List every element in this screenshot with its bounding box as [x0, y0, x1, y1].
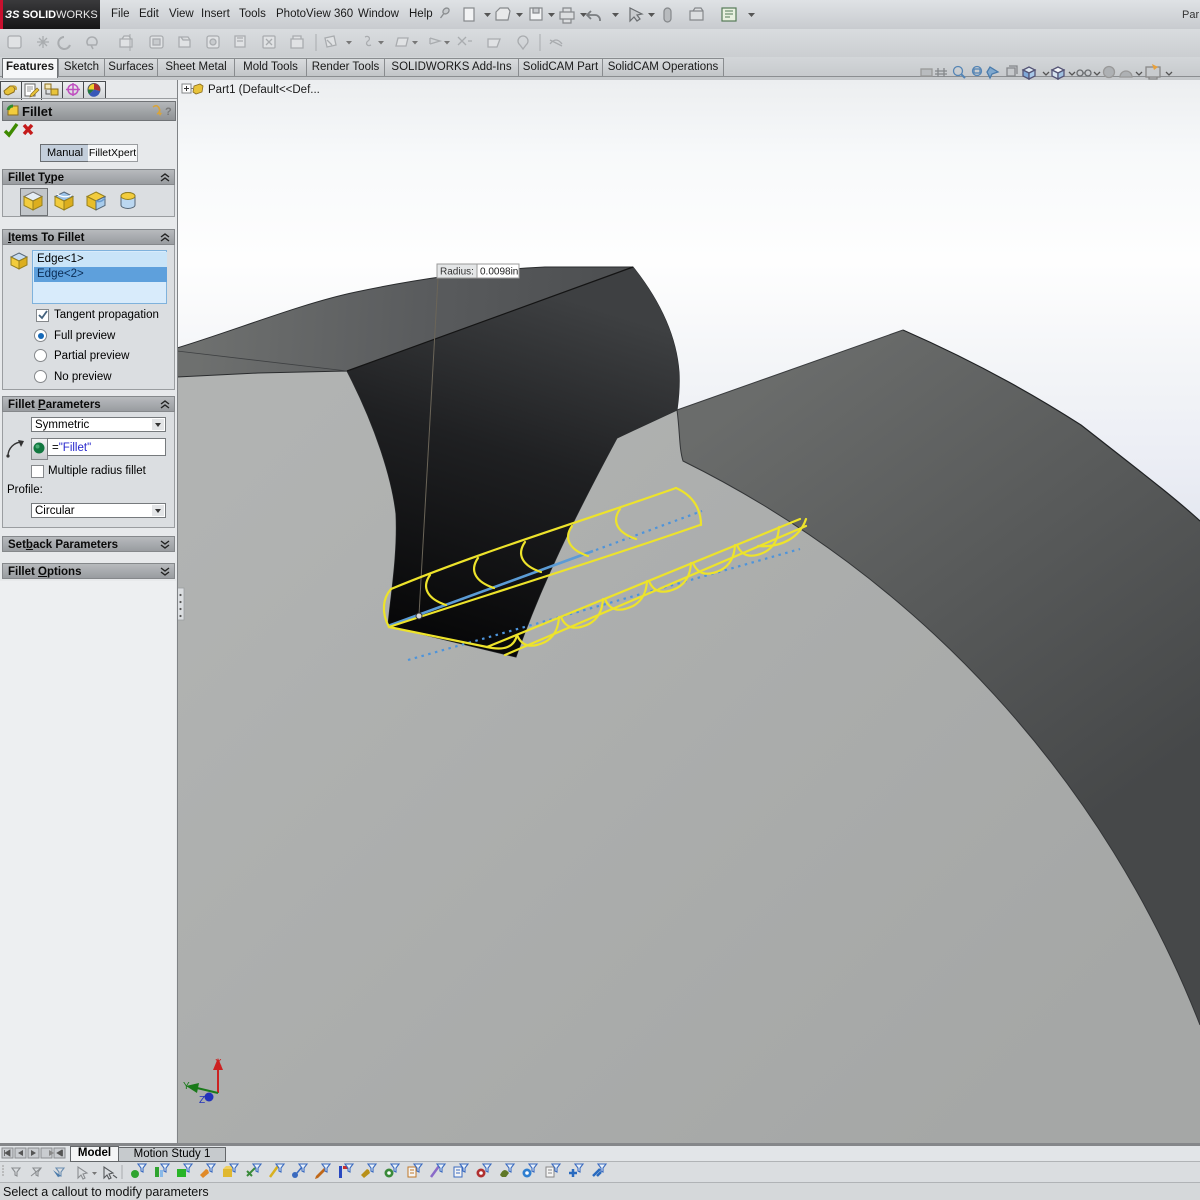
- svg-text:Y: Y: [183, 1081, 190, 1092]
- svg-text:Z: Z: [199, 1095, 205, 1106]
- svg-text:Part1 (Default<<Def...: Part1 (Default<<Def...: [208, 84, 320, 96]
- svg-text:?: ?: [165, 106, 172, 117]
- svg-text:X: X: [215, 1058, 222, 1069]
- svg-text:0.0098in: 0.0098in: [480, 267, 518, 278]
- svg-text:Radius:: Radius:: [440, 267, 474, 278]
